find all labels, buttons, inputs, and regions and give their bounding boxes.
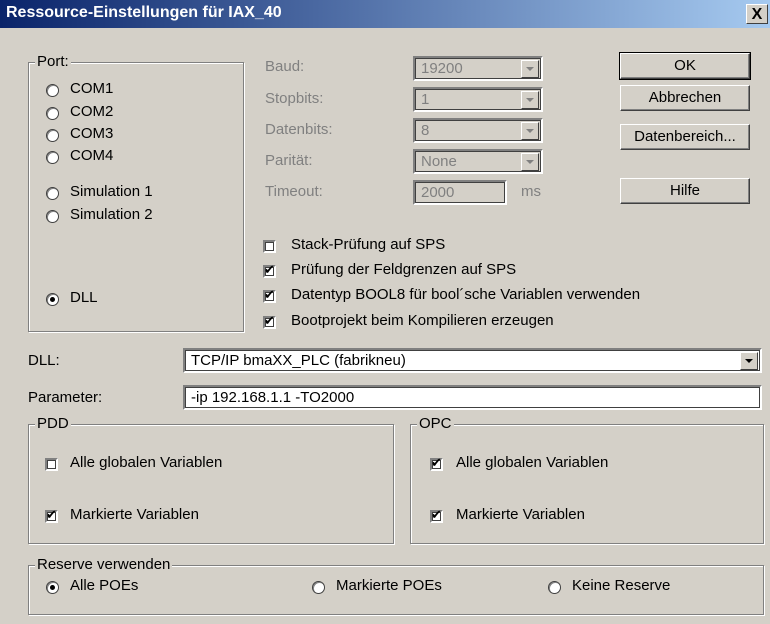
chevron-down-icon[interactable] [521,91,539,109]
bootproject-label: Bootprojekt beim Kompilieren erzeugen [291,312,554,329]
stopbits-label: Stopbits: [265,90,324,107]
simulation-1-label: Simulation 1 [70,183,153,200]
simulation-2-label: Simulation 2 [70,206,153,223]
opc-group: OPC [410,415,764,544]
opc-marked-label: Markierte Variablen [456,506,585,523]
stopbits-select[interactable]: 1 [413,87,543,112]
opc-legend: OPC [417,415,454,432]
timeout-unit: ms [521,183,541,200]
pdd-all-globals-checkbox[interactable] [45,458,58,471]
opc-marked-checkbox[interactable] [430,508,443,523]
bool8-label: Datentyp BOOL8 für bool´sche Variablen v… [291,286,641,303]
pdd-marked-checkbox[interactable] [45,508,58,523]
pdd-group: PDD [28,415,394,544]
radio-com2[interactable] [46,107,59,120]
parameter-label: Parameter: [28,389,103,406]
dll-value: TCP/IP bmaXX_PLC (fabrikneu) [191,352,406,369]
chevron-down-icon[interactable] [521,122,539,140]
baud-value: 19200 [421,60,463,77]
port-legend: Port: [35,53,71,70]
bootproject-checkbox[interactable] [263,314,276,329]
radio-all-poes[interactable] [46,581,59,594]
radio-com4[interactable] [46,151,59,164]
com3-label: COM3 [70,125,114,142]
parity-label: Parität: [265,152,313,169]
baud-label: Baud: [265,58,305,75]
databits-select[interactable]: 8 [413,118,543,143]
timeout-input[interactable]: 2000 [413,180,507,205]
help-button[interactable]: Hilfe [620,178,750,204]
baud-select[interactable]: 19200 [413,56,543,81]
timeout-label: Timeout: [265,183,323,200]
pdd-all-globals-label: Alle globalen Variablen [70,454,223,471]
field-bounds-label: Prüfung der Feldgrenzen auf SPS [291,261,517,278]
radio-com1[interactable] [46,84,59,97]
window-title: Ressource-Einstellungen für IAX_40 [6,4,282,21]
datarange-button[interactable]: Datenbereich... [620,124,750,150]
timeout-value: 2000 [421,184,455,201]
no-reserve-label: Keine Reserve [572,577,671,594]
dll-select[interactable]: TCP/IP bmaXX_PLC (fabrikneu) [183,348,762,373]
ok-button[interactable]: OK [619,52,751,80]
bool8-checkbox[interactable] [263,288,276,303]
parameter-input[interactable]: -ip 192.168.1.1 -TO2000 [183,385,762,410]
resource-settings-dialog: Ressource-Einstellungen für IAX_40 X Por… [0,0,770,624]
radio-no-reserve[interactable] [548,581,561,594]
dll-label: DLL: [28,352,60,369]
close-button[interactable]: X [746,4,768,24]
stack-check-checkbox[interactable] [263,240,276,253]
cancel-button[interactable]: Abbrechen [620,85,750,111]
parameter-value: -ip 192.168.1.1 -TO2000 [191,389,355,406]
parity-value: None [421,153,457,170]
title-bar[interactable]: Ressource-Einstellungen für IAX_40 X [0,0,770,28]
chevron-down-icon[interactable] [521,153,539,171]
pdd-legend: PDD [35,415,71,432]
com1-label: COM1 [70,80,114,97]
radio-com3[interactable] [46,129,59,142]
com4-label: COM4 [70,147,114,164]
databits-value: 8 [421,122,430,139]
marked-poes-label: Markierte POEs [336,577,442,594]
radio-simulation-1[interactable] [46,187,59,200]
all-poes-label: Alle POEs [70,577,139,594]
pdd-marked-label: Markierte Variablen [70,506,199,523]
radio-simulation-2[interactable] [46,210,59,223]
reserve-legend: Reserve verwenden [35,556,173,573]
chevron-down-icon[interactable] [740,352,758,370]
com2-label: COM2 [70,103,114,120]
parity-select[interactable]: None [413,149,543,174]
radio-marked-poes[interactable] [312,581,325,594]
stack-check-label: Stack-Prüfung auf SPS [291,236,446,253]
field-bounds-checkbox[interactable] [263,263,276,278]
opc-all-globals-checkbox[interactable] [430,456,443,471]
dll-port-label: DLL [70,289,98,306]
chevron-down-icon[interactable] [521,60,539,78]
radio-dll[interactable] [46,293,59,306]
opc-all-globals-label: Alle globalen Variablen [456,454,609,471]
databits-label: Datenbits: [265,121,333,138]
stopbits-value: 1 [421,91,430,108]
